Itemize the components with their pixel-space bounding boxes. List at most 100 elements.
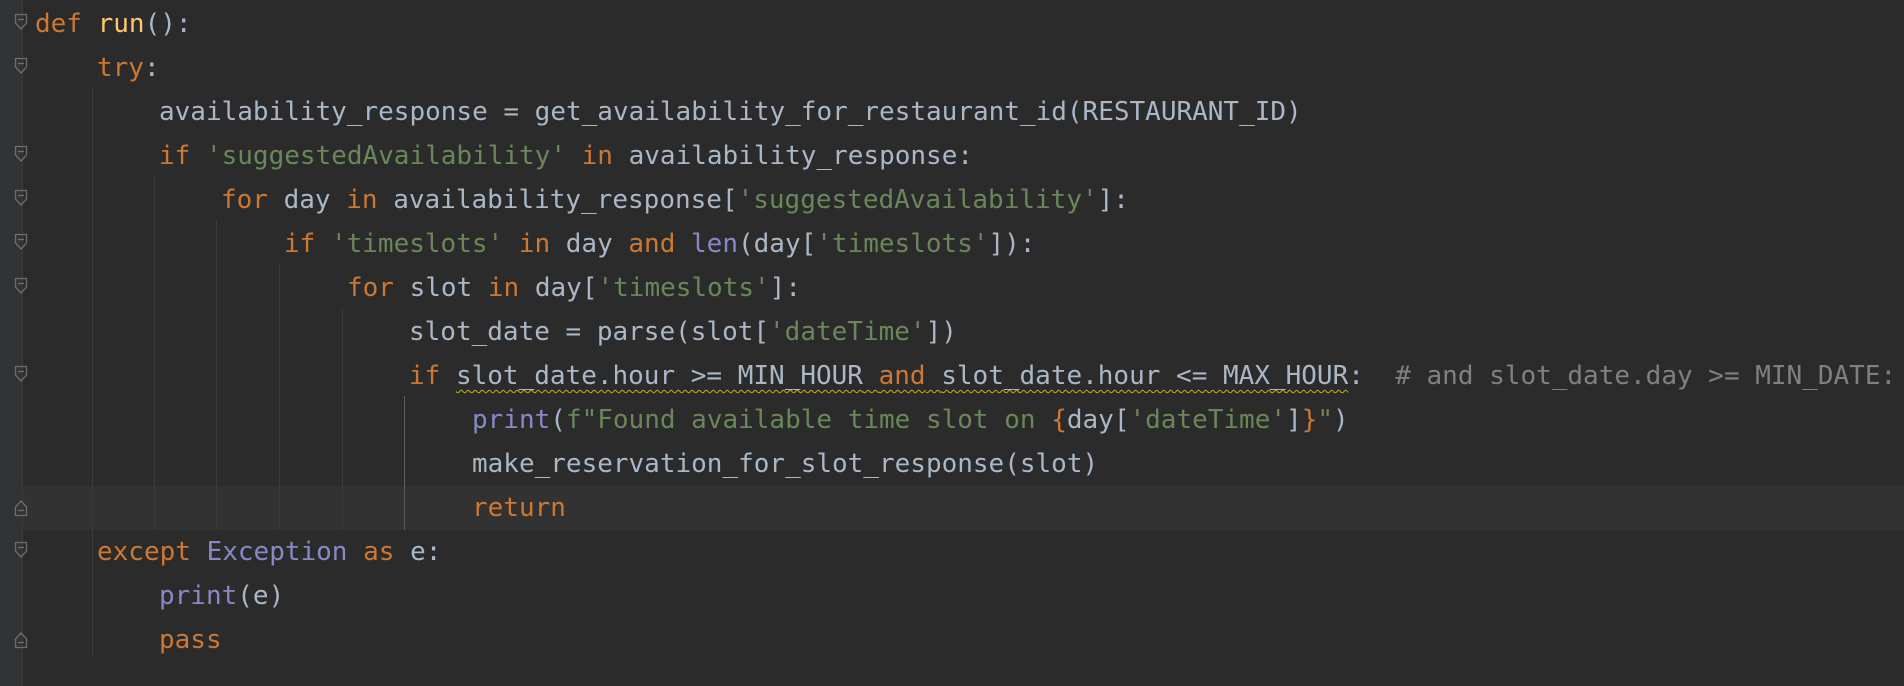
code-text: make_reservation_for_slot_response(slot) <box>472 449 1099 479</box>
string-literal: 'timeslots' <box>816 229 989 259</box>
builtin-class: Exception <box>206 537 348 567</box>
code-line-9[interactable]: if slot_date.hour >= MIN_HOUR and slot_d… <box>409 354 1896 398</box>
fold-open-icon[interactable] <box>14 13 28 31</box>
code-line-15[interactable]: pass <box>159 618 222 662</box>
code-text: day <box>267 185 347 215</box>
string-literal: 'timeslots' <box>597 273 770 303</box>
punctuation: ]): <box>988 229 1036 259</box>
keyword: if <box>159 141 191 171</box>
string-literal: 'timeslots' <box>330 229 504 259</box>
keyword: except <box>97 537 191 567</box>
code-line-1[interactable]: def run(): <box>35 2 192 46</box>
fold-open-icon[interactable] <box>14 145 28 163</box>
code-line-13[interactable]: except Exception as e: <box>97 530 441 574</box>
code-text: (e) <box>237 581 285 611</box>
code-text: availability_response[ <box>377 185 738 215</box>
builtin-function: len <box>691 229 738 259</box>
chained-comparison-warning[interactable]: slot_date.hour >= MIN_HOUR <box>456 361 863 391</box>
caret-line-highlight <box>23 486 1904 530</box>
indent-guide <box>154 176 155 530</box>
chained-comparison-warning[interactable]: slot_date.hour <= MAX_HOUR <box>941 361 1348 391</box>
code-text: e: <box>394 537 442 567</box>
f-string-brace: } <box>1301 405 1318 435</box>
keyword: in <box>487 273 520 303</box>
builtin-function: print <box>159 581 238 611</box>
f-string-brace: { <box>1051 405 1067 435</box>
keyword: def <box>35 9 82 39</box>
string-literal: 'dateTime' <box>769 317 926 347</box>
fold-close-icon[interactable] <box>14 499 28 517</box>
indent-guide <box>279 264 280 530</box>
fold-close-icon[interactable] <box>14 631 28 649</box>
code-line-3[interactable]: availability_response = get_availability… <box>159 90 1302 134</box>
keyword: and <box>628 229 676 259</box>
code-line-2[interactable]: try: <box>97 46 160 90</box>
keyword: if <box>409 361 441 391</box>
code-text: availability_response: <box>612 141 973 171</box>
code-line-7[interactable]: for slot in day['timeslots']: <box>347 266 801 310</box>
keyword: return <box>472 493 566 523</box>
punctuation: ( <box>550 405 566 435</box>
keyword: in <box>518 229 551 259</box>
fold-open-icon[interactable] <box>14 277 28 295</box>
comment: # and slot_date.day >= MIN_DATE: <box>1395 361 1897 391</box>
punctuation: : <box>1348 361 1396 391</box>
indent-guide <box>92 88 93 656</box>
indent-guide <box>216 220 217 530</box>
code-text: slot <box>393 273 488 303</box>
function-name: run <box>97 9 145 39</box>
code-text: (day[ <box>738 229 817 259</box>
fold-open-icon[interactable] <box>14 365 28 383</box>
code-line-6[interactable]: if 'timeslots' in day and len(day['times… <box>284 222 1035 266</box>
keyword: in <box>346 185 378 215</box>
string-literal: 'dateTime' <box>1129 405 1287 435</box>
keyword: for <box>347 273 394 303</box>
f-string-literal: " <box>1317 405 1333 435</box>
code-text: day[ <box>519 273 598 303</box>
code-text: slot_date = parse(slot[ <box>409 317 770 347</box>
code-line-11[interactable]: make_reservation_for_slot_response(slot) <box>472 442 1098 486</box>
punctuation: ]) <box>925 317 957 347</box>
fold-open-icon[interactable] <box>14 57 28 75</box>
punctuation: ) <box>1333 405 1349 435</box>
code-text: availability_response = get_availability… <box>159 97 1302 127</box>
code-line-4[interactable]: if 'suggestedAvailability' in availabili… <box>159 134 973 178</box>
code-text: day[ <box>1066 405 1130 435</box>
f-string-literal: f"Found available time slot on <box>565 405 1052 435</box>
keyword: try <box>97 53 144 83</box>
keyword: for <box>221 185 268 215</box>
punctuation: ]: <box>769 273 801 303</box>
code-line-5[interactable]: for day in availability_response['sugges… <box>221 178 1129 222</box>
keyword: pass <box>159 625 222 655</box>
punctuation: (): <box>144 9 192 39</box>
code-line-14[interactable]: print(e) <box>159 574 284 618</box>
code-line-8[interactable]: slot_date = parse(slot['dateTime']) <box>409 310 957 354</box>
indent-guide <box>342 308 343 530</box>
indent-guide-active <box>404 396 405 530</box>
fold-open-icon[interactable] <box>14 233 28 251</box>
punctuation: : <box>143 53 160 83</box>
gutter-divider <box>22 0 23 686</box>
editor-gutter <box>0 0 22 686</box>
fold-open-icon[interactable] <box>14 189 28 207</box>
code-line-12[interactable]: return <box>472 486 566 530</box>
code-line-10[interactable]: print(f"Found available time slot on {da… <box>472 398 1349 442</box>
keyword: in <box>581 141 613 171</box>
punctuation: ] <box>1286 405 1302 435</box>
keyword: and <box>878 361 926 391</box>
fold-open-icon[interactable] <box>14 541 28 559</box>
builtin-function: print <box>472 405 551 435</box>
keyword: as <box>363 537 395 567</box>
string-literal: 'suggestedAvailability' <box>205 141 566 171</box>
code-text: day <box>550 229 629 259</box>
